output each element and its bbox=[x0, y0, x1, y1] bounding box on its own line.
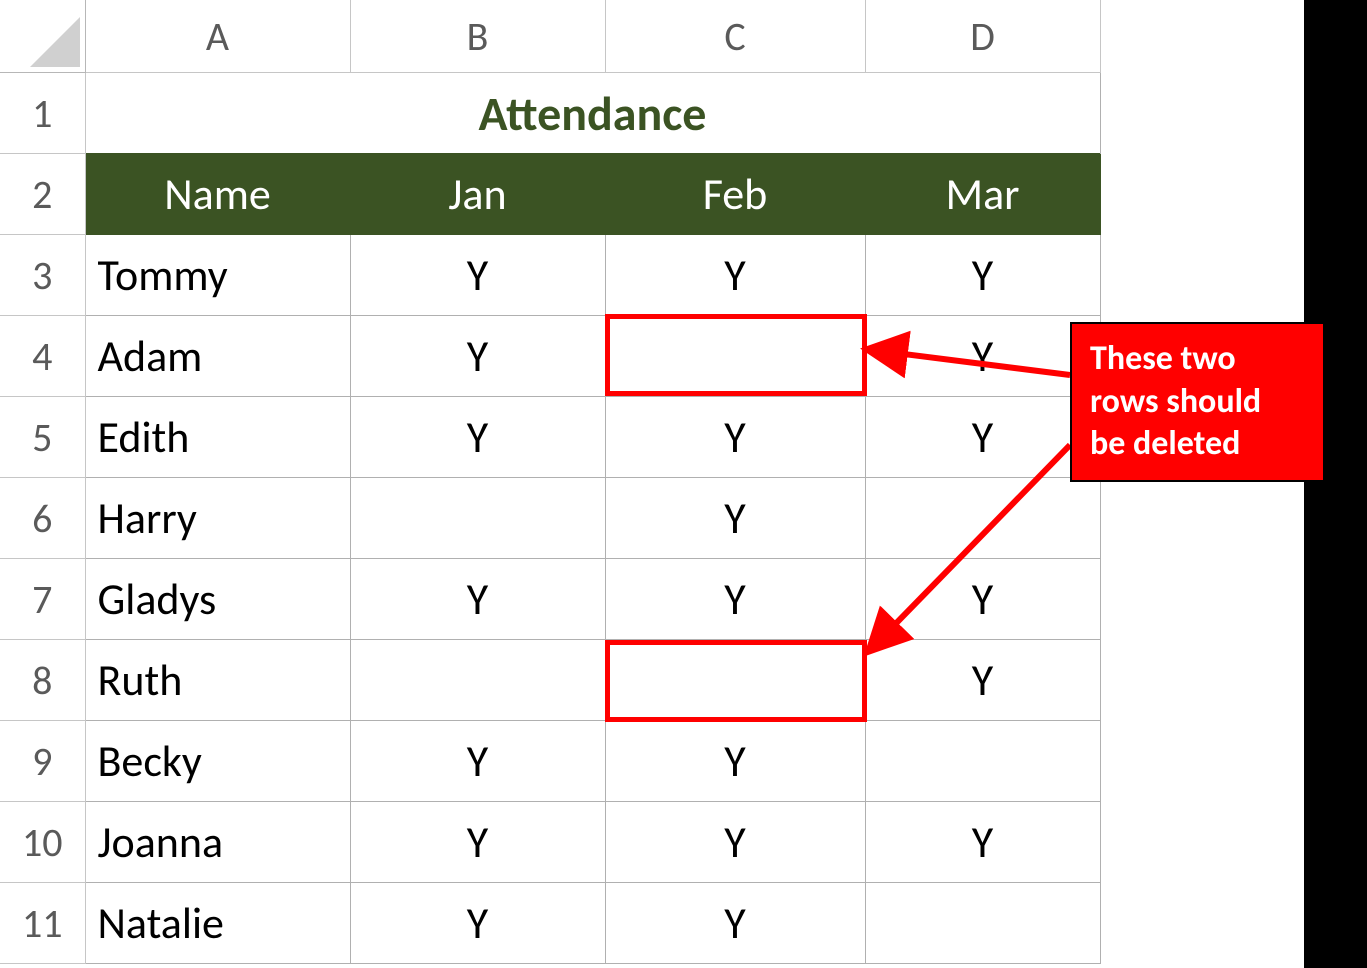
cell-feb[interactable]: Y bbox=[605, 478, 865, 559]
col-header-D[interactable]: D bbox=[865, 0, 1100, 73]
cell-mar[interactable]: Y bbox=[865, 640, 1100, 721]
crop-black-strip bbox=[1304, 0, 1367, 968]
cell-jan[interactable]: Y bbox=[350, 721, 605, 802]
cell-name[interactable]: Adam bbox=[85, 316, 350, 397]
row-header-7[interactable]: 7 bbox=[0, 559, 85, 640]
table-row: 3 Tommy Y Y Y bbox=[0, 235, 1100, 316]
cell-jan[interactable] bbox=[350, 640, 605, 721]
cell-mar[interactable]: Y bbox=[865, 397, 1100, 478]
table-row: 7 Gladys Y Y Y bbox=[0, 559, 1100, 640]
callout-line3: be deleted bbox=[1090, 423, 1305, 466]
cell-jan[interactable]: Y bbox=[350, 235, 605, 316]
row-header-6[interactable]: 6 bbox=[0, 478, 85, 559]
table-row: 9 Becky Y Y bbox=[0, 721, 1100, 802]
cell-jan[interactable]: Y bbox=[350, 883, 605, 964]
callout-line1: These two bbox=[1090, 338, 1305, 381]
cell-jan[interactable]: Y bbox=[350, 397, 605, 478]
row-header-10[interactable]: 10 bbox=[0, 802, 85, 883]
cell-jan[interactable]: Y bbox=[350, 802, 605, 883]
cell-name[interactable]: Joanna bbox=[85, 802, 350, 883]
cell-name[interactable]: Gladys bbox=[85, 559, 350, 640]
header-jan[interactable]: Jan bbox=[350, 154, 605, 235]
table-row: 4 Adam Y Y bbox=[0, 316, 1100, 397]
table-row: 8 Ruth Y bbox=[0, 640, 1100, 721]
header-mar[interactable]: Mar bbox=[865, 154, 1100, 235]
cell-feb[interactable]: Y bbox=[605, 802, 865, 883]
header-feb[interactable]: Feb bbox=[605, 154, 865, 235]
row-header-8[interactable]: 8 bbox=[0, 640, 85, 721]
header-row: 2 Name Jan Feb Mar bbox=[0, 154, 1100, 235]
row-header-11[interactable]: 11 bbox=[0, 883, 85, 964]
cell-mar[interactable]: Y bbox=[865, 235, 1100, 316]
cell-mar[interactable]: Y bbox=[865, 802, 1100, 883]
cell-name[interactable]: Edith bbox=[85, 397, 350, 478]
row-header-1[interactable]: 1 bbox=[0, 73, 85, 154]
title-cell[interactable]: Attendance bbox=[85, 73, 1100, 154]
row-header-5[interactable]: 5 bbox=[0, 397, 85, 478]
col-header-A[interactable]: A bbox=[85, 0, 350, 73]
row-header-4[interactable]: 4 bbox=[0, 316, 85, 397]
column-header-row: A B C D bbox=[0, 0, 1100, 73]
cell-name[interactable]: Natalie bbox=[85, 883, 350, 964]
cell-feb[interactable]: Y bbox=[605, 397, 865, 478]
spreadsheet-grid[interactable]: A B C D 1 Attendance 2 Name Jan Feb Mar … bbox=[0, 0, 1101, 964]
cell-mar[interactable]: Y bbox=[865, 316, 1100, 397]
cell-name[interactable]: Tommy bbox=[85, 235, 350, 316]
cell-mar[interactable] bbox=[865, 883, 1100, 964]
cell-feb[interactable]: Y bbox=[605, 721, 865, 802]
table-row: 6 Harry Y bbox=[0, 478, 1100, 559]
header-name[interactable]: Name bbox=[85, 154, 350, 235]
row-header-9[interactable]: 9 bbox=[0, 721, 85, 802]
cell-mar[interactable]: Y bbox=[865, 559, 1100, 640]
annotation-callout: These two rows should be deleted bbox=[1070, 322, 1325, 482]
cell-feb[interactable] bbox=[605, 316, 865, 397]
row-header-2[interactable]: 2 bbox=[0, 154, 85, 235]
row-header-3[interactable]: 3 bbox=[0, 235, 85, 316]
table-row: 11 Natalie Y Y bbox=[0, 883, 1100, 964]
col-header-C[interactable]: C bbox=[605, 0, 865, 73]
cell-feb[interactable]: Y bbox=[605, 235, 865, 316]
table-row: 10 Joanna Y Y Y bbox=[0, 802, 1100, 883]
cell-feb[interactable]: Y bbox=[605, 883, 865, 964]
title-row: 1 Attendance bbox=[0, 73, 1100, 154]
callout-line2: rows should bbox=[1090, 381, 1305, 424]
select-all-triangle[interactable] bbox=[0, 0, 85, 73]
cell-feb[interactable]: Y bbox=[605, 559, 865, 640]
col-header-B[interactable]: B bbox=[350, 0, 605, 73]
cell-name[interactable]: Becky bbox=[85, 721, 350, 802]
table-row: 5 Edith Y Y Y bbox=[0, 397, 1100, 478]
cell-jan[interactable]: Y bbox=[350, 316, 605, 397]
cell-name[interactable]: Harry bbox=[85, 478, 350, 559]
cell-name[interactable]: Ruth bbox=[85, 640, 350, 721]
cell-mar[interactable] bbox=[865, 721, 1100, 802]
cell-feb[interactable] bbox=[605, 640, 865, 721]
cell-mar[interactable] bbox=[865, 478, 1100, 559]
spreadsheet-viewport: A B C D 1 Attendance 2 Name Jan Feb Mar … bbox=[0, 0, 1367, 968]
cell-jan[interactable] bbox=[350, 478, 605, 559]
cell-jan[interactable]: Y bbox=[350, 559, 605, 640]
